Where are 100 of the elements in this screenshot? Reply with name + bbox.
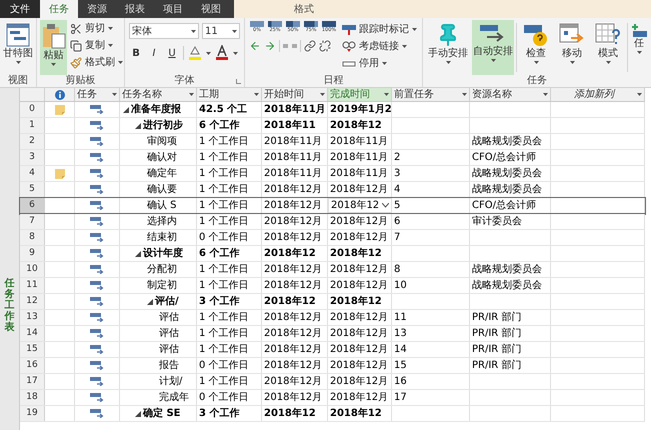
task-row[interactable]: 0 准备年度报 42.5 个工 2018年11月 2019年1月2 (20, 102, 645, 118)
task-row[interactable]: 9 设计年度 6 个工作 2018年12 2018年12 (20, 246, 645, 262)
table-cell-text: 2018年12月 (264, 327, 322, 341)
column-header[interactable]: 资源名称 (470, 88, 551, 101)
row-number: 19 (26, 406, 38, 420)
collapse-triangle-icon[interactable] (147, 298, 153, 304)
indent-arrow-icon[interactable] (264, 40, 276, 52)
ribbon-tab[interactable]: 项目 (154, 0, 192, 18)
task-row[interactable]: 1 进行初步 6 个工作 2018年11 2018年12 (20, 118, 645, 134)
highlighter-icon[interactable] (188, 45, 202, 61)
caret-icon (543, 93, 548, 96)
ribbon-button[interactable]: 自动安排 (472, 20, 514, 75)
ribbon-button[interactable]: 移动 (555, 20, 589, 75)
table-cell-text: 16 (394, 375, 407, 389)
gantt-chart-icon (6, 23, 30, 47)
collapse-triangle-icon[interactable] (135, 250, 141, 256)
task-row[interactable]: 19 确定 SE 3 个工作 2018年12 2018年12 (20, 406, 645, 422)
caret-icon (606, 61, 610, 64)
task-row[interactable]: 6 确认 S 1 个工作日 2018年12月 2018年12 5 CFO/总会计师 (20, 198, 645, 214)
ribbon-tab[interactable]: 资源 (78, 0, 116, 18)
task-row[interactable]: 5 确认要 1 个工作日 2018年12月 2018年12月 4 战略规划委员会 (20, 182, 645, 198)
font-color-icon[interactable] (215, 45, 229, 61)
row-number: 5 (29, 182, 35, 196)
ribbon-tab[interactable]: 格式 (234, 0, 374, 18)
task-row[interactable]: 7 选择内 1 个工作日 2018年12月 2018年12月 6 审计委员会 (20, 214, 645, 230)
task-row[interactable]: 8 结束初 0 个工作日 2018年12月 2018年12月 7 (20, 230, 645, 246)
ribbon-button[interactable]: 粘贴 (40, 20, 67, 75)
link-icon[interactable] (304, 40, 316, 52)
task-row[interactable]: 4 确定年 1 个工作日 2018年11月 2018年11月 3 战略规划委员会 (20, 166, 645, 182)
task-name: 确定年 (147, 166, 177, 181)
ribbon-button[interactable]: 模式 (591, 20, 625, 75)
task-row[interactable]: 13 评估 1 个工作日 2018年12月 2018年12月 11 PR/IR 部门 (20, 310, 645, 326)
dropdown-caret-icon[interactable] (382, 203, 389, 208)
format-toggle[interactable]: U (165, 45, 179, 61)
column-header[interactable]: 前置任务 (392, 88, 470, 101)
task-row[interactable]: 11 制定初 1 个工作日 2018年12月 2018年12月 10 战略规划委员会 (20, 278, 645, 294)
collapse-triangle-icon[interactable] (123, 106, 129, 112)
table-cell-text: 2018年12月 (264, 199, 322, 213)
row-number: 3 (29, 150, 35, 164)
ribbon-button[interactable]: 考虑链接 (341, 38, 418, 55)
ribbon-tab[interactable]: 任务 (40, 0, 78, 18)
font-size-field[interactable]: 11 (202, 23, 240, 39)
ribbon-button[interactable]: 剪切 (69, 20, 124, 37)
table-cell-text: 2018年12 (330, 406, 382, 421)
table-cell-text: 1 个工作日 (199, 215, 249, 229)
table-cell-text: 13 (394, 327, 407, 341)
task-name: 完成年 (159, 390, 189, 405)
task-name: 选择内 (147, 214, 177, 229)
paintbrush-icon (70, 56, 82, 68)
ribbon-button[interactable]: 手动安排 (426, 20, 470, 75)
row-number: 17 (26, 374, 38, 388)
task-row[interactable]: 16 报告 0 个工作日 2018年12月 2018年12月 15 PR/IR 部门 (20, 358, 645, 374)
task-name: 准备年度报 (131, 102, 181, 117)
task-question-icon (523, 23, 549, 47)
task-name: 确认 S (147, 199, 177, 213)
task-row[interactable]: 15 评估 1 个工作日 2018年12月 2018年12月 14 PR/IR 部门 (20, 342, 645, 358)
column-header[interactable]: 任务 (75, 88, 120, 101)
row-number: 14 (26, 326, 38, 340)
group-label: 字体 (174, 76, 194, 86)
link-heart-icon (342, 40, 356, 52)
format-toggle[interactable]: I (147, 45, 161, 61)
ribbon-button[interactable]: 复制 (69, 37, 124, 54)
ribbon-tab[interactable]: 文件 (0, 0, 40, 18)
ribbon-button[interactable]: 跟踪时标记 (341, 21, 418, 38)
ribbon-tab[interactable]: 报表 (116, 0, 154, 18)
info-icon (54, 90, 64, 100)
task-row[interactable]: 10 分配初 1 个工作日 2018年12月 2018年12月 8 战略规划委员会 (20, 262, 645, 278)
outdent-arrow-icon[interactable] (249, 40, 261, 52)
task-row[interactable]: 2 审阅项 1 个工作日 2018年11月 2018年11月 战略规划委员会 (20, 134, 645, 150)
task-row[interactable]: 14 评估 1 个工作日 2018年12月 2018年12月 13 PR/IR 部门 (20, 326, 645, 342)
column-header[interactable]: 任务名称 (120, 88, 197, 101)
table-cell-text: 2018年12月 (264, 311, 322, 325)
task-name: 计划/ (159, 374, 182, 389)
caret-icon (254, 93, 259, 96)
font-name-field[interactable]: 宋体 (129, 23, 199, 39)
task-row[interactable]: 18 完成年 0 个工作日 2018年12月 2018年12月 17 (20, 390, 645, 406)
column-header[interactable]: 完成时间 (328, 88, 392, 101)
dialog-launcher-icon[interactable] (236, 79, 241, 84)
ribbon-button[interactable]: 停用 (341, 55, 418, 72)
table-cell-text: 2018年11月 (264, 102, 326, 117)
ribbon-button[interactable]: 检查 (519, 20, 553, 75)
table-cell-text: 2018年12月 (330, 183, 388, 197)
column-header[interactable]: 添加新列 (551, 88, 645, 101)
ribbon-button[interactable]: 甘特图 (1, 20, 35, 75)
ribbon-button[interactable]: 格式刷 (69, 54, 124, 71)
task-row[interactable]: 3 确认对 1 个工作日 2018年11月 2018年11月 2 CFO/总会计师 (20, 150, 645, 166)
format-toggle[interactable]: B (129, 45, 143, 61)
task-mode-icon (90, 249, 104, 258)
collapse-triangle-icon[interactable] (135, 410, 141, 416)
copy-icon (70, 40, 82, 52)
table-cell-text: 2018年12 (330, 118, 382, 133)
table-cell-text: PR/IR 部门 (472, 358, 522, 373)
column-header[interactable]: 工期 (197, 88, 262, 101)
ribbon-button[interactable]: 任 (630, 20, 648, 75)
timeline-bar-icon (342, 24, 356, 36)
ribbon-tab[interactable]: 视图 (192, 0, 230, 18)
collapse-triangle-icon[interactable] (135, 122, 141, 128)
task-row[interactable]: 12 评估/ 3 个工作 2018年12 2018年12 (20, 294, 645, 310)
task-row[interactable]: 17 计划/ 1 个工作日 2018年12月 2018年12月 16 (20, 374, 645, 390)
unlink-icon[interactable] (319, 40, 331, 52)
